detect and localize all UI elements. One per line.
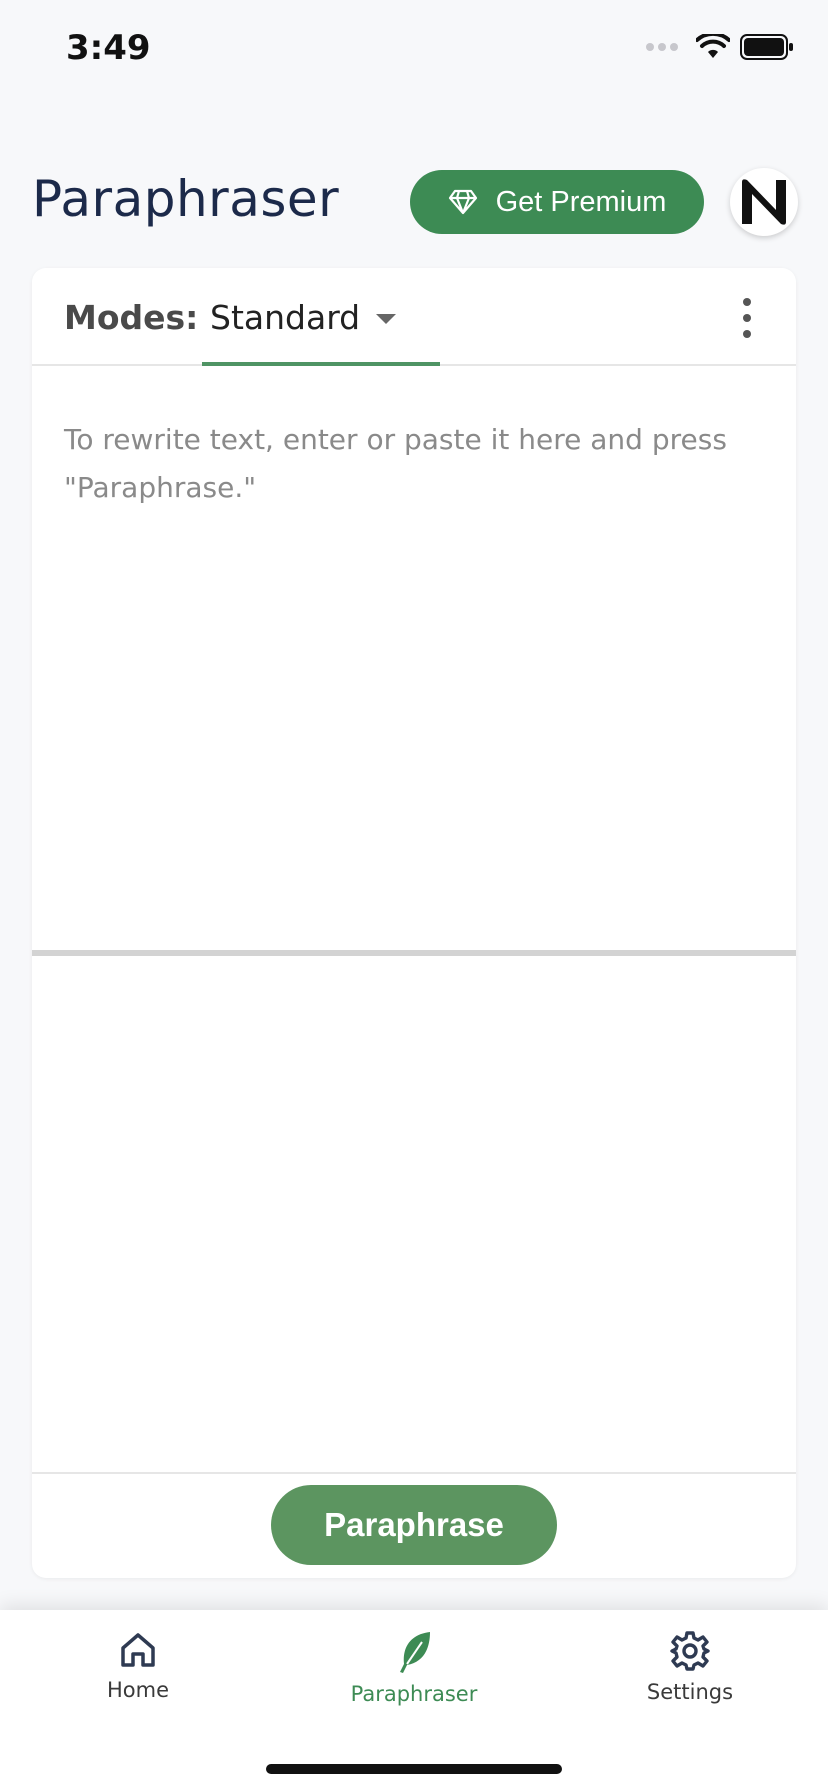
more-options-icon[interactable]	[732, 298, 762, 338]
cellular-signal-icon	[646, 43, 678, 51]
paraphraser-screen: 3:49 Paraphraser Get Premium Modes: Stan…	[0, 0, 828, 1792]
page-title: Paraphraser	[32, 170, 340, 228]
mode-dropdown[interactable]: Standard	[202, 268, 440, 366]
tab-paraphraser[interactable]: Paraphraser	[314, 1630, 514, 1720]
tab-settings-label: Settings	[646, 1680, 734, 1704]
modes-label: Modes:	[64, 298, 199, 337]
tab-settings[interactable]: Settings	[590, 1630, 790, 1720]
feather-icon	[400, 1632, 430, 1673]
tab-home[interactable]: Home	[38, 1630, 238, 1720]
mode-selected-value: Standard	[210, 298, 361, 337]
input-placeholder: To rewrite text, enter or paste it here …	[64, 423, 727, 504]
tab-bar: Home Paraphraser Settings	[0, 1610, 828, 1792]
home-indicator	[266, 1764, 562, 1774]
status-time: 3:49	[66, 28, 151, 68]
wifi-icon	[696, 34, 730, 58]
diamond-icon	[448, 189, 477, 215]
tab-home-label: Home	[106, 1678, 169, 1702]
battery-icon	[740, 34, 793, 60]
get-premium-label: Get Premium	[495, 185, 667, 218]
input-text-area[interactable]: To rewrite text, enter or paste it here …	[32, 368, 796, 950]
paraphrase-card: Modes: Standard To rewrite text, enter o…	[32, 268, 796, 1578]
tab-paraphraser-label: Paraphraser	[350, 1682, 478, 1706]
output-text-area	[32, 956, 796, 1472]
status-icons	[646, 34, 794, 60]
status-bar: 3:49	[0, 0, 828, 100]
avatar[interactable]	[730, 168, 798, 236]
caret-down-icon	[376, 314, 396, 324]
home-icon	[121, 1633, 155, 1667]
app-logo-n-icon	[742, 179, 786, 225]
paraphrase-button[interactable]: Paraphrase	[271, 1485, 557, 1565]
get-premium-button[interactable]: Get Premium	[410, 170, 704, 234]
gear-icon	[670, 1631, 710, 1671]
card-footer-divider	[32, 1472, 796, 1474]
modes-bar: Modes: Standard	[32, 268, 796, 366]
